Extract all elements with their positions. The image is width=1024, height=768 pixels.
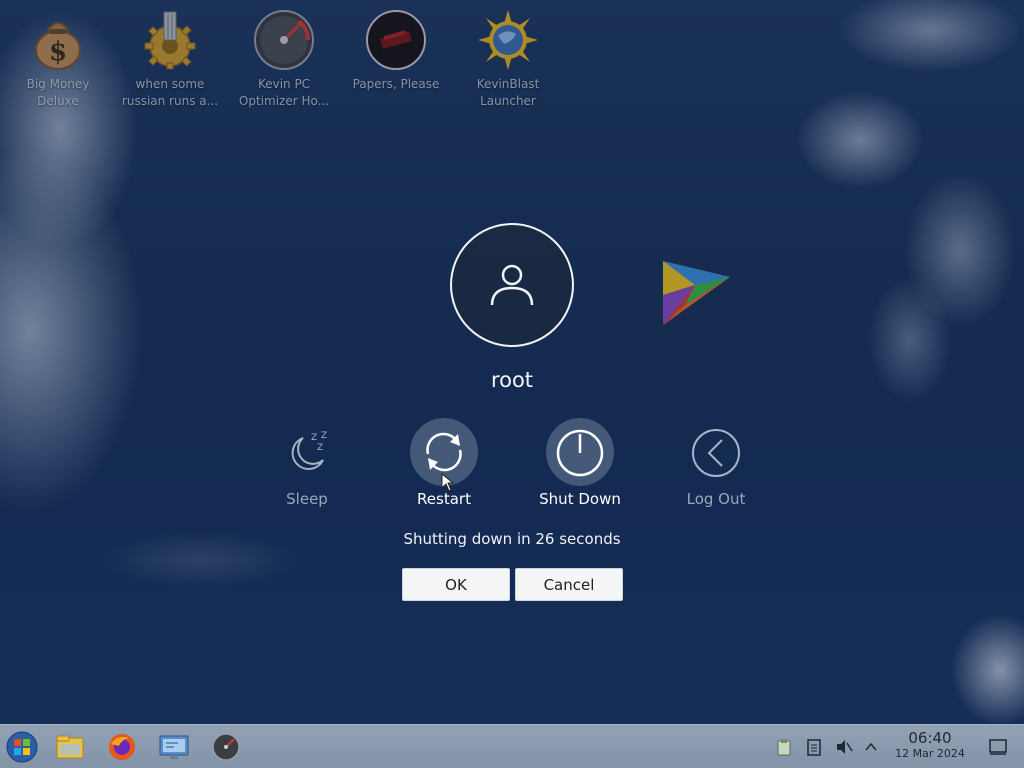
- gauge-app-icon[interactable]: [208, 730, 244, 764]
- svg-text:Z: Z: [311, 433, 317, 443]
- volume-muted-icon[interactable]: [834, 737, 854, 757]
- desktop-icon-kevinblast-launcher[interactable]: KevinBlast Launcher: [450, 8, 566, 110]
- shut-down-button[interactable]: Shut Down: [520, 418, 640, 508]
- cancel-button[interactable]: Cancel: [515, 568, 623, 601]
- log-out-button[interactable]: Log Out: [656, 418, 776, 508]
- taskbar-clock[interactable]: 06:40 12 Mar 2024: [888, 729, 972, 761]
- desktop-icon-label: Kevin PC Optimizer Ho...: [238, 77, 330, 108]
- start-orb-icon[interactable]: [4, 730, 40, 764]
- desktop-icon-label: KevinBlast Launcher: [476, 77, 540, 108]
- svg-text:Z: Z: [317, 443, 323, 453]
- show-desktop-icon[interactable]: [988, 737, 1008, 757]
- shut-down-label: Shut Down: [539, 490, 621, 508]
- kite-wallpaper-graphic: [655, 255, 735, 334]
- mouse-cursor: [441, 472, 455, 492]
- desktop-icon-label: when some russian runs a...: [121, 77, 219, 108]
- desktop-icon-kevin-pc-optimizer[interactable]: Kevin PC Optimizer Ho...: [226, 8, 342, 110]
- desktop: $ Big Money Deluxe when some russian run…: [0, 0, 1024, 768]
- desktop-icon-when-some-russian[interactable]: when some russian runs a...: [112, 8, 228, 110]
- sleep-icon: Z Z Z: [273, 418, 341, 486]
- file-manager-icon[interactable]: [52, 730, 88, 764]
- clipboard-icon[interactable]: [774, 737, 794, 757]
- svg-text:$: $: [49, 37, 67, 67]
- chevron-up-icon[interactable]: [861, 737, 881, 757]
- user-icon: [490, 264, 534, 306]
- restart-button[interactable]: Restart: [384, 418, 504, 508]
- firefox-icon[interactable]: [104, 730, 140, 764]
- ok-button[interactable]: OK: [402, 568, 510, 601]
- clock-time: 06:40: [908, 729, 952, 747]
- power-icon: [546, 418, 614, 486]
- notes-icon[interactable]: [804, 737, 824, 757]
- papers-please-icon: [364, 8, 428, 72]
- sleep-label: Sleep: [286, 490, 328, 508]
- username-label: root: [490, 368, 534, 392]
- clock-date: 12 Mar 2024: [895, 747, 965, 760]
- log-out-label: Log Out: [686, 490, 746, 508]
- money-bag-icon: $: [26, 8, 90, 72]
- desktop-icon-papers-please[interactable]: Papers, Please: [338, 8, 454, 93]
- sleep-button[interactable]: Z Z Z Sleep: [247, 418, 367, 508]
- user-avatar: [450, 223, 574, 347]
- logout-icon: [682, 418, 750, 486]
- gauge-icon: [252, 8, 316, 72]
- desktop-icon-label: Big Money Deluxe: [26, 77, 90, 108]
- sun-globe-icon: [476, 8, 540, 72]
- svg-text:Z: Z: [321, 431, 327, 441]
- desktop-icon-label: Papers, Please: [352, 77, 440, 91]
- taskbar: 06:40 12 Mar 2024: [0, 724, 1024, 768]
- gear-icon: [138, 8, 202, 72]
- shutdown-countdown: Shutting down in 26 seconds: [403, 530, 621, 548]
- desktop-icon-big-money-deluxe[interactable]: $ Big Money Deluxe: [0, 8, 116, 110]
- system-settings-icon[interactable]: [156, 730, 192, 764]
